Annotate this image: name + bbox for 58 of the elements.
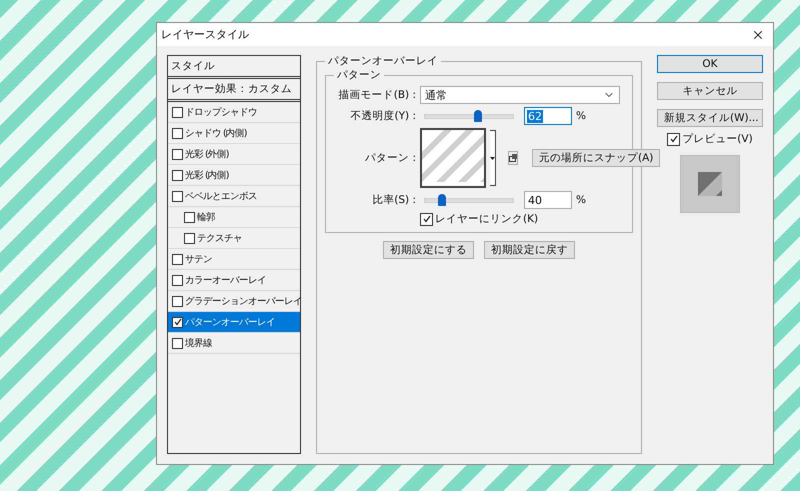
checkbox[interactable] [172, 190, 183, 202]
slider-thumb[interactable] [438, 194, 446, 206]
checkbox[interactable] [172, 106, 183, 118]
opacity-input[interactable]: 62 [524, 107, 572, 125]
snap-button[interactable]: 元の場所にスナップ(A) [532, 149, 660, 167]
scale-slider[interactable] [424, 193, 514, 207]
field-label: 比率(S) : [371, 193, 416, 207]
checkbox[interactable] [667, 132, 680, 146]
preview-thumbnail [680, 155, 740, 213]
style-item[interactable]: サテン [168, 249, 300, 270]
style-item[interactable]: 輪郭 [168, 207, 300, 228]
style-item[interactable]: 境界線 [168, 333, 300, 354]
checkbox[interactable] [172, 316, 183, 328]
style-item[interactable]: ベベルとエンボス [168, 186, 300, 207]
dialog-button[interactable]: OK [657, 55, 763, 73]
list-header[interactable]: スタイル [168, 56, 300, 79]
checkbox[interactable] [172, 254, 183, 264]
style-item[interactable]: パターンオーバーレイ [168, 312, 300, 333]
dialog-button[interactable]: 新規スタイル(W)... [657, 109, 763, 127]
field-label: 不透明度(Y) : [350, 109, 416, 123]
checkbox[interactable] [172, 128, 183, 138]
unit-label: % [576, 194, 586, 206]
check-icon [174, 318, 182, 326]
dialog-button[interactable]: キャンセル [657, 82, 763, 100]
checkbox[interactable] [172, 170, 183, 180]
slider-thumb[interactable] [474, 110, 482, 122]
checkbox[interactable] [184, 212, 195, 222]
checkbox-label: プレビュー(V) [682, 132, 753, 146]
caret-icon[interactable] [490, 130, 496, 186]
style-item[interactable]: ドロップシャドウ [168, 102, 300, 123]
reset-button[interactable]: 初期設定にする [383, 241, 474, 259]
checkbox[interactable] [184, 232, 195, 244]
checkbox[interactable] [172, 338, 183, 348]
style-item[interactable]: テクスチャ [168, 228, 300, 249]
reset-button[interactable]: 初期設定に戻す [484, 241, 575, 259]
new-preset-icon[interactable] [508, 151, 518, 165]
field-label: パターン : [364, 151, 416, 165]
checkbox[interactable] [172, 274, 183, 286]
checkbox[interactable] [420, 212, 433, 226]
blend-mode-dropdown[interactable]: 通常 [420, 86, 620, 104]
group-title: パターン [334, 68, 384, 82]
pattern-swatch[interactable] [420, 128, 486, 188]
field-label: 描画モード(B) : [338, 88, 416, 102]
style-item[interactable]: 光彩 (内側) [168, 165, 300, 186]
checkbox[interactable] [172, 148, 183, 160]
window-title: レイヤースタイル [161, 27, 249, 42]
scale-input[interactable]: 40 [524, 191, 572, 209]
list-header[interactable]: レイヤー効果：カスタム [168, 79, 300, 102]
style-item[interactable]: シャドウ (内側) [168, 123, 300, 144]
unit-label: % [576, 110, 586, 122]
checkbox-label: レイヤーにリンク(K) [435, 212, 538, 226]
opacity-slider[interactable] [424, 109, 514, 123]
style-item[interactable]: カラーオーバーレイ [168, 270, 300, 291]
check-icon [422, 215, 430, 223]
style-item[interactable]: 光彩 (外側) [168, 144, 300, 165]
check-icon [670, 135, 678, 143]
panel-title: パターンオーバーレイ [325, 54, 441, 68]
checkbox[interactable] [172, 296, 183, 306]
